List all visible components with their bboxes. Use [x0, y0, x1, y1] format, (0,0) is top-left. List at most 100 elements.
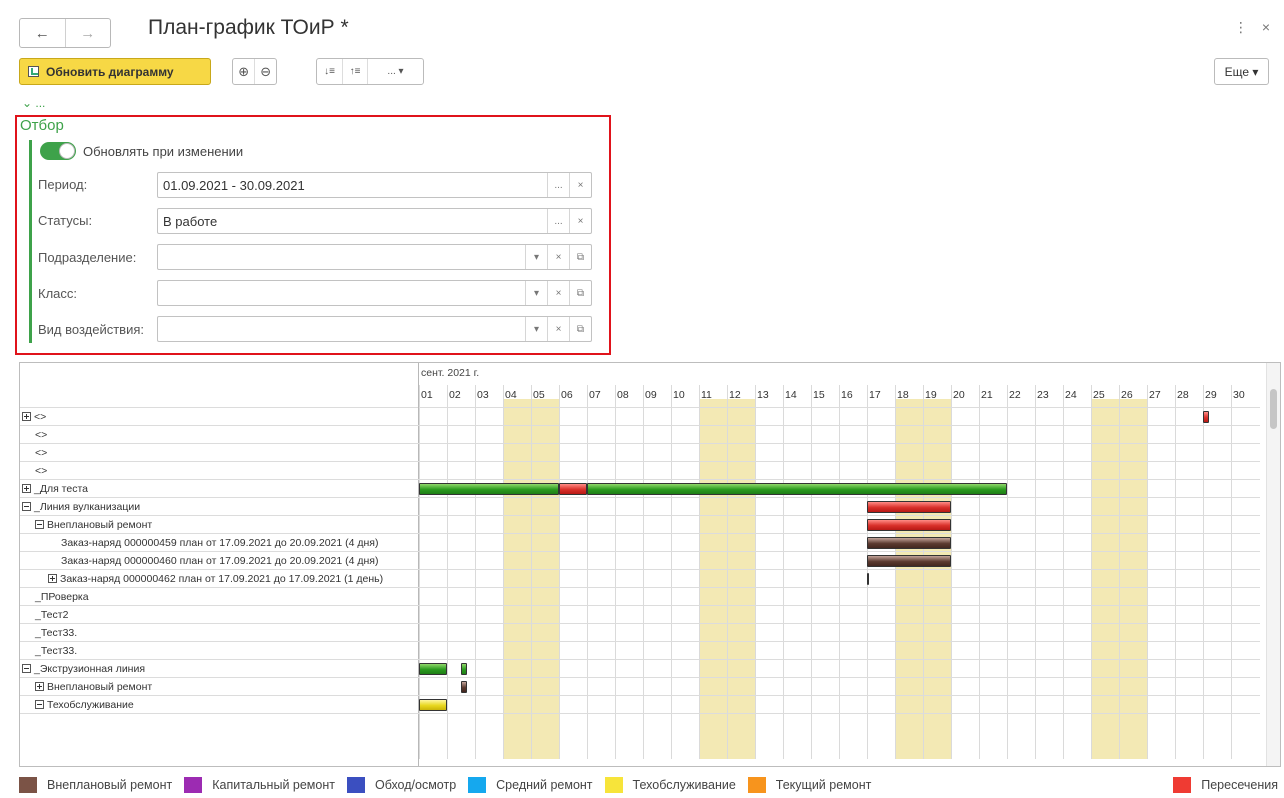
gantt-row[interactable]	[20, 462, 1260, 480]
gantt-row-label[interactable]: Техобслуживание	[35, 696, 134, 714]
row-text: <>	[35, 447, 48, 459]
department-open-button[interactable]: ⧉	[569, 245, 591, 269]
statuses-clear-button[interactable]: ×	[569, 209, 591, 233]
gantt-row[interactable]	[20, 444, 1260, 462]
gantt-row-label[interactable]: _Линия вулканизации	[22, 498, 140, 516]
zoom-group: ⊕ ⊖	[232, 58, 277, 85]
legend-item: Внеплановый ремонт	[19, 777, 172, 793]
gantt-row[interactable]	[20, 642, 1260, 660]
gantt-bar[interactable]	[1203, 411, 1209, 423]
collapse-icon[interactable]	[35, 699, 44, 709]
collapse-icon[interactable]	[22, 501, 31, 511]
period-field[interactable]: 01.09.2021 - 30.09.2021 ... ×	[157, 172, 592, 198]
gantt-bar[interactable]	[867, 519, 951, 531]
collapse-icon[interactable]	[22, 663, 31, 673]
zoom-in-button[interactable]: ⊕	[233, 59, 254, 84]
period-value[interactable]: 01.09.2021 - 30.09.2021	[158, 178, 547, 193]
gantt-row[interactable]	[20, 678, 1260, 696]
impact-type-field[interactable]: ▾ × ⧉	[157, 316, 592, 342]
gantt-row[interactable]	[20, 516, 1260, 534]
department-clear-button[interactable]: ×	[547, 245, 569, 269]
auto-update-toggle[interactable]	[40, 142, 76, 160]
class-dropdown-button[interactable]: ▾	[525, 281, 547, 305]
period-clear-button[interactable]: ×	[569, 173, 591, 197]
gantt-row-label[interactable]: _Тест33.	[35, 624, 77, 642]
zoom-out-button[interactable]: ⊖	[254, 59, 276, 84]
legend-label: Техобслуживание	[632, 778, 736, 792]
collapse-icon[interactable]	[35, 519, 44, 529]
collapse-all-button[interactable]: ↑≡	[342, 59, 367, 84]
gantt-row[interactable]	[20, 426, 1260, 444]
gantt-row[interactable]	[20, 588, 1260, 606]
row-text: _Линия вулканизации	[34, 501, 141, 513]
gantt-row[interactable]	[20, 696, 1260, 714]
gantt-row-label[interactable]: Внеплановый ремонт	[35, 678, 152, 696]
row-text: _Тест2	[35, 609, 69, 621]
period-select-button[interactable]: ...	[547, 173, 569, 197]
gantt-row-label[interactable]: <>	[35, 426, 47, 444]
impact-type-open-button[interactable]: ⧉	[569, 317, 591, 341]
gantt-row-label[interactable]: <>	[22, 408, 46, 426]
zoom-out-icon: ⊖	[260, 63, 272, 79]
impact-type-dropdown-button[interactable]: ▾	[525, 317, 547, 341]
gantt-row[interactable]	[20, 408, 1260, 426]
gantt-bar[interactable]	[419, 699, 447, 711]
gantt-row-label[interactable]: _Тест33.	[35, 642, 77, 660]
gantt-row-label[interactable]: <>	[35, 444, 47, 462]
close-icon[interactable]: ×	[1262, 19, 1270, 36]
gantt-bar[interactable]	[461, 663, 467, 675]
gantt-row[interactable]	[20, 624, 1260, 642]
gantt-row-label[interactable]: <>	[35, 462, 47, 480]
gantt-row-label[interactable]: Заказ-наряд 000000460 план от 17.09.2021…	[61, 552, 379, 570]
gantt-scroll-thumb[interactable]	[1270, 389, 1277, 429]
gantt-scrollbar[interactable]	[1266, 363, 1280, 766]
more-vert-icon[interactable]: ⋮	[1234, 19, 1248, 36]
statuses-value[interactable]: В работе	[158, 214, 547, 229]
gantt-month-label: сент. 2021 г.	[421, 367, 480, 379]
impact-type-clear-button[interactable]: ×	[547, 317, 569, 341]
gantt-row-label[interactable]: _Экструзионная линия	[22, 660, 145, 678]
gantt-bar[interactable]	[867, 555, 951, 567]
more-button[interactable]: Еще ▾	[1214, 58, 1269, 85]
gantt-bar[interactable]	[867, 573, 869, 585]
gantt-row-label[interactable]: Внеплановый ремонт	[35, 516, 152, 534]
gantt-bar[interactable]	[867, 501, 951, 513]
gantt-row-label[interactable]: Заказ-наряд 000000459 план от 17.09.2021…	[61, 534, 379, 552]
gantt-row-label[interactable]: Заказ-наряд 000000462 план от 17.09.2021…	[48, 570, 383, 588]
more-actions-dropdown[interactable]: ... ▾	[367, 59, 423, 84]
gantt-row[interactable]	[20, 498, 1260, 516]
gantt-row[interactable]	[20, 660, 1260, 678]
expand-icon[interactable]	[35, 681, 44, 691]
gantt-row[interactable]	[20, 606, 1260, 624]
gantt-row-label[interactable]: _Для теста	[22, 480, 88, 498]
expand-all-button[interactable]: ↓≡	[317, 59, 342, 84]
statuses-field[interactable]: В работе ... ×	[157, 208, 592, 234]
class-open-button[interactable]: ⧉	[569, 281, 591, 305]
expand-icon[interactable]	[22, 483, 31, 493]
gantt-bar[interactable]	[559, 483, 587, 495]
department-dropdown-button[interactable]: ▾	[525, 245, 547, 269]
expand-icon[interactable]	[22, 411, 31, 421]
statuses-select-button[interactable]: ...	[547, 209, 569, 233]
gantt-bar[interactable]	[419, 483, 559, 495]
gantt-row-label[interactable]: _Тест2	[35, 606, 68, 624]
gantt-row-label[interactable]: _ПРоверка	[35, 588, 89, 606]
expand-all-icon: ↓≡	[324, 66, 335, 77]
class-clear-button[interactable]: ×	[547, 281, 569, 305]
forward-button[interactable]: →	[64, 19, 111, 47]
collapse-toggle[interactable]: ⌄ ...	[22, 96, 45, 110]
legend: Внеплановый ремонт Капитальный ремонт Обхо…	[19, 776, 883, 794]
gantt-bar[interactable]	[461, 681, 467, 693]
gantt-bar[interactable]	[867, 537, 951, 549]
legend-swatch	[604, 777, 623, 793]
gantt-chart[interactable]: 01 02 03 04 05 06 07 08 09 10 11 12 13 14 15 16 17 18 19 20…	[19, 362, 1281, 767]
refresh-diagram-button[interactable]: Обновить диаграмму	[19, 58, 211, 85]
statuses-label: Статусы:	[38, 213, 93, 228]
class-field[interactable]: ▾ × ⧉	[157, 280, 592, 306]
expand-icon[interactable]	[48, 573, 57, 583]
back-button[interactable]: ←	[20, 19, 65, 47]
legend-swatch	[468, 777, 487, 793]
gantt-bar[interactable]	[587, 483, 1007, 495]
gantt-bar[interactable]	[419, 663, 447, 675]
department-field[interactable]: ▾ × ⧉	[157, 244, 592, 270]
